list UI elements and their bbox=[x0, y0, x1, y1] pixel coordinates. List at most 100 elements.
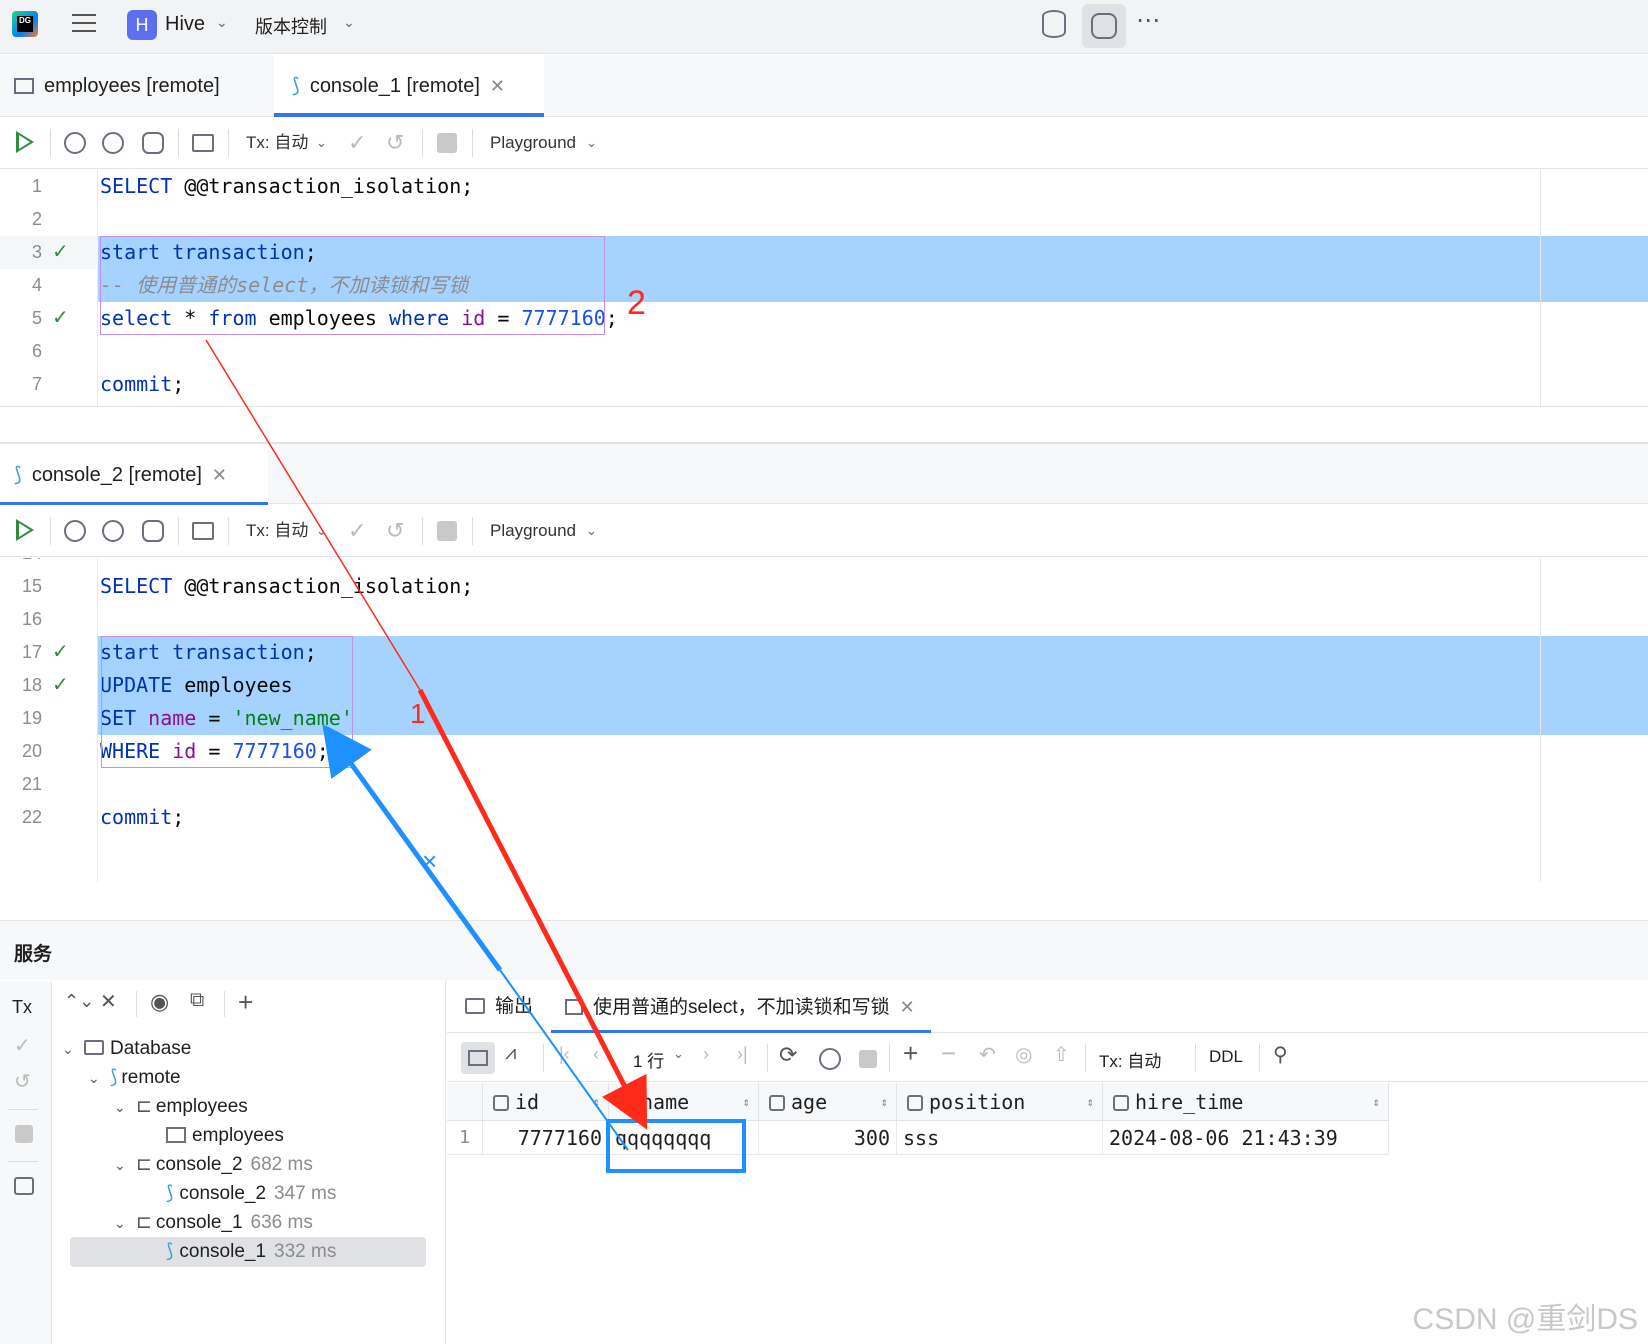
tree-time: 682 ms bbox=[250, 1154, 313, 1175]
close-icon[interactable]: ✕ bbox=[212, 465, 227, 485]
new-session-icon[interactable]: ⧉ bbox=[190, 989, 204, 1012]
stop-icon[interactable] bbox=[15, 1125, 33, 1143]
add-row-icon[interactable]: + bbox=[903, 1038, 918, 1069]
tree-time: 347 ms bbox=[274, 1183, 337, 1204]
console-2-editor[interactable]: 14 15 SELECT @@transaction_isolation; 16… bbox=[0, 558, 1648, 882]
parameters-icon[interactable] bbox=[102, 132, 124, 154]
tree-item-employees-session[interactable]: ⌄ ⊏ employees bbox=[114, 1092, 248, 1122]
tab-console-1[interactable]: ⟆ console_1 [remote] ✕ bbox=[274, 55, 544, 117]
refresh-icon[interactable]: ⟳ bbox=[779, 1042, 797, 1068]
gear-icon[interactable] bbox=[142, 132, 164, 154]
tab-result[interactable]: 使用普通的select，不加读锁和写锁 ✕ bbox=[551, 981, 931, 1033]
first-page-icon[interactable]: |‹ bbox=[559, 1044, 570, 1065]
line-number: 2 bbox=[31, 209, 42, 229]
name-cell-highlight-box bbox=[606, 1119, 746, 1173]
tab-output[interactable]: 输出 bbox=[465, 981, 533, 1033]
column-header-position[interactable]: position ⇕ bbox=[897, 1083, 1103, 1121]
line-number: 16 bbox=[21, 609, 42, 629]
more-icon[interactable]: ⋯ bbox=[1136, 6, 1160, 35]
grid-view-button[interactable] bbox=[461, 1042, 495, 1074]
project-name[interactable]: Hive bbox=[165, 13, 205, 36]
playground-dropdown[interactable]: Playground bbox=[490, 505, 576, 557]
prev-page-icon[interactable]: ‹ bbox=[593, 1044, 599, 1065]
stop-icon[interactable] bbox=[859, 1050, 877, 1068]
row-count-dropdown[interactable]: 1 行 bbox=[633, 1047, 664, 1072]
cell-id[interactable]: 7777160 bbox=[483, 1121, 609, 1155]
cell-position[interactable]: sss bbox=[897, 1121, 1103, 1155]
chart-icon[interactable]: ⩘ bbox=[505, 1042, 516, 1065]
column-icon bbox=[1113, 1095, 1129, 1111]
sort-icon[interactable]: ⇕ bbox=[1373, 1083, 1380, 1121]
tx-mode-dropdown[interactable]: Tx: 自动 bbox=[1099, 1047, 1161, 1072]
tree-item-remote[interactable]: ⌄ ⟆ remote bbox=[88, 1063, 181, 1093]
sort-icon[interactable]: ⇕ bbox=[881, 1083, 888, 1121]
tree-item-console-2[interactable]: ⟆ console_2 347 ms bbox=[166, 1179, 336, 1209]
vcs-menu[interactable]: 版本控制 bbox=[255, 13, 327, 39]
ddl-button[interactable]: DDL bbox=[1209, 1047, 1243, 1067]
rollback-icon[interactable]: ↺ bbox=[14, 1069, 31, 1094]
rollback-icon[interactable]: ↺ bbox=[386, 505, 404, 557]
expand-all-icon[interactable]: ⌃⌄ bbox=[64, 991, 94, 1012]
commit-icon[interactable]: ✓ bbox=[14, 1033, 31, 1058]
check-icon: ✓ bbox=[52, 307, 69, 329]
parameters-icon[interactable] bbox=[102, 520, 124, 542]
tx-mode-dropdown[interactable]: Tx: 自动 bbox=[246, 505, 308, 557]
tab-console-2[interactable]: ⟆ console_2 [remote] ✕ bbox=[0, 444, 268, 506]
tx-mode-dropdown[interactable]: Tx: 自动 bbox=[246, 117, 308, 169]
close-icon[interactable]: ✕ bbox=[490, 76, 505, 96]
sort-icon[interactable]: ⇕ bbox=[743, 1083, 750, 1121]
delete-row-icon[interactable]: − bbox=[941, 1038, 956, 1069]
rollback-icon[interactable]: ↺ bbox=[386, 117, 404, 169]
tree-item-console-2-session[interactable]: ⌄ ⊏ console_2 682 ms bbox=[114, 1150, 313, 1180]
preview-icon[interactable]: ◎ bbox=[1015, 1042, 1032, 1067]
sort-icon[interactable]: ⇕ bbox=[593, 1083, 600, 1121]
session-icon: ⊏ bbox=[136, 1096, 152, 1117]
cell-hire-time[interactable]: 2024-08-06 21:43:39 bbox=[1103, 1121, 1389, 1155]
table-view-icon[interactable] bbox=[192, 522, 214, 540]
column-label: age bbox=[791, 1090, 828, 1114]
column-header-name[interactable]: name ⇕ bbox=[609, 1083, 759, 1121]
tree-item-employees-table[interactable]: employees bbox=[166, 1121, 284, 1151]
line-number: 17 bbox=[21, 642, 42, 662]
tx-button[interactable]: Tx bbox=[12, 997, 32, 1018]
add-icon[interactable]: + bbox=[238, 987, 253, 1018]
history-icon[interactable] bbox=[64, 132, 86, 154]
main-menu-icon[interactable] bbox=[72, 14, 96, 34]
revert-icon[interactable]: ↶ bbox=[979, 1042, 996, 1067]
column-header-hire-time[interactable]: hire_time ⇕ bbox=[1103, 1083, 1389, 1121]
column-icon bbox=[619, 1095, 635, 1111]
column-header-age[interactable]: age ⇕ bbox=[759, 1083, 897, 1121]
execute-icon[interactable] bbox=[16, 519, 34, 541]
tree-item-console-1[interactable]: ⟆ console_1 332 ms bbox=[70, 1237, 426, 1267]
history-icon[interactable] bbox=[819, 1048, 841, 1070]
tab-employees[interactable]: employees [remote] bbox=[0, 55, 272, 117]
stop-icon[interactable] bbox=[437, 133, 457, 153]
line-number: 7 bbox=[31, 374, 42, 394]
playground-dropdown[interactable]: Playground bbox=[490, 117, 576, 169]
column-header-id[interactable]: id ⇕ bbox=[483, 1083, 609, 1121]
stop-icon[interactable] bbox=[437, 521, 457, 541]
history-icon[interactable] bbox=[64, 520, 86, 542]
submit-icon[interactable]: ⇧ bbox=[1053, 1042, 1070, 1067]
table-view-icon[interactable] bbox=[192, 134, 214, 152]
pin-icon[interactable]: ⚲ bbox=[1273, 1042, 1288, 1067]
gear-icon[interactable] bbox=[142, 520, 164, 542]
commit-icon[interactable]: ✓ bbox=[348, 505, 366, 557]
sort-icon[interactable]: ⇕ bbox=[1087, 1083, 1094, 1121]
project-badge[interactable]: H bbox=[127, 10, 157, 40]
run-services-button[interactable] bbox=[1082, 4, 1126, 48]
tree-item-database[interactable]: ⌄ Database bbox=[62, 1034, 191, 1064]
database-icon[interactable] bbox=[1042, 10, 1066, 38]
cell-age[interactable]: 300 bbox=[759, 1121, 897, 1155]
execute-icon[interactable] bbox=[16, 131, 34, 153]
tree-item-console-1-session[interactable]: ⌄ ⊏ console_1 636 ms bbox=[114, 1208, 313, 1238]
eye-icon[interactable]: ◉ bbox=[150, 989, 169, 1015]
close-icon[interactable]: ✕ bbox=[900, 997, 915, 1017]
layout-icon[interactable] bbox=[14, 1177, 34, 1195]
last-page-icon[interactable]: ›| bbox=[737, 1044, 748, 1065]
collapse-all-icon[interactable]: ✕ bbox=[100, 989, 117, 1014]
terminal-icon bbox=[465, 998, 485, 1014]
commit-icon[interactable]: ✓ bbox=[348, 117, 366, 169]
next-page-icon[interactable]: › bbox=[703, 1044, 709, 1065]
console-1-editor[interactable]: 1 SELECT @@transaction_isolation; 2 3 ✓ … bbox=[0, 170, 1648, 406]
